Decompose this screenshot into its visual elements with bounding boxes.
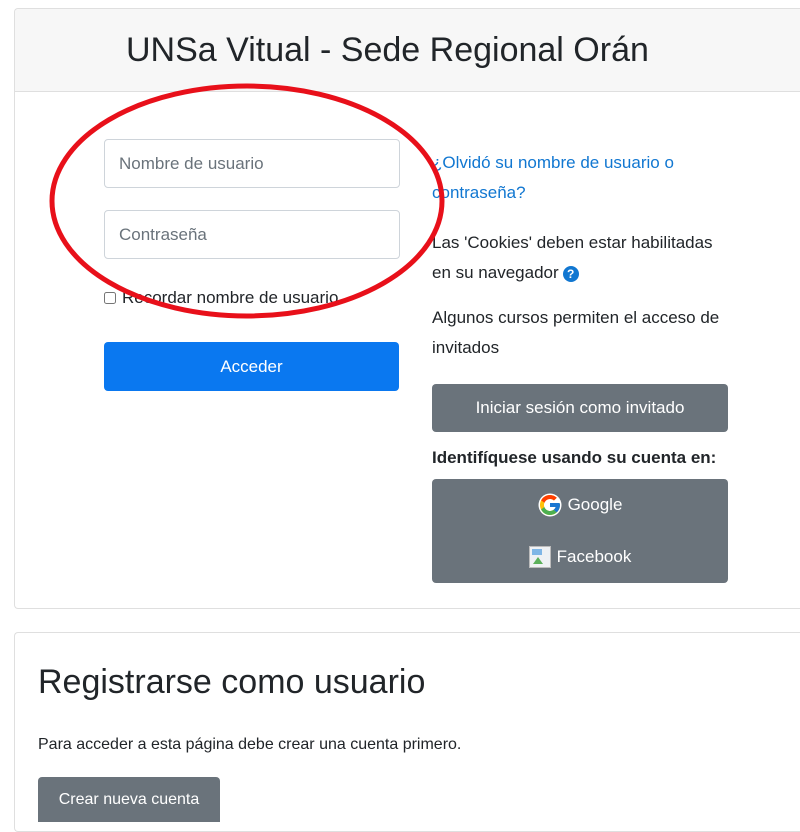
register-title: Registrarse como usuario xyxy=(38,663,426,701)
guest-login-button[interactable]: Iniciar sesión como invitado xyxy=(432,384,728,432)
register-text: Para acceder a esta página debe crear un… xyxy=(38,736,462,753)
broken-image-icon xyxy=(528,546,551,568)
facebook-label: Facebook xyxy=(556,547,632,566)
username-input[interactable] xyxy=(104,139,400,188)
identify-label: Identifíquese usando su cuenta en: xyxy=(432,448,717,467)
password-input[interactable] xyxy=(104,210,400,259)
guest-notice: Algunos cursos permiten el acceso de inv… xyxy=(432,308,720,357)
forgot-password-link[interactable]: ¿Olvidó su nombre de usuario o contraseñ… xyxy=(432,148,732,208)
create-account-button[interactable]: Crear nueva cuenta xyxy=(38,777,220,822)
login-button[interactable]: Acceder xyxy=(104,342,399,391)
facebook-login-button[interactable]: Facebook xyxy=(432,531,728,583)
google-icon xyxy=(538,493,562,517)
remember-username[interactable]: Recordar nombre de usuario xyxy=(104,288,338,308)
google-label: Google xyxy=(567,495,623,514)
site-title: UNSa Vitual - Sede Regional Orán xyxy=(126,31,649,69)
remember-checkbox[interactable] xyxy=(104,292,116,304)
question-circle-icon[interactable]: ? xyxy=(562,265,579,282)
google-login-button[interactable]: Google xyxy=(432,479,728,531)
cookies-notice: Las 'Cookies' deben estar habilitadas en… xyxy=(432,228,732,288)
remember-label: Recordar nombre de usuario xyxy=(122,288,339,307)
